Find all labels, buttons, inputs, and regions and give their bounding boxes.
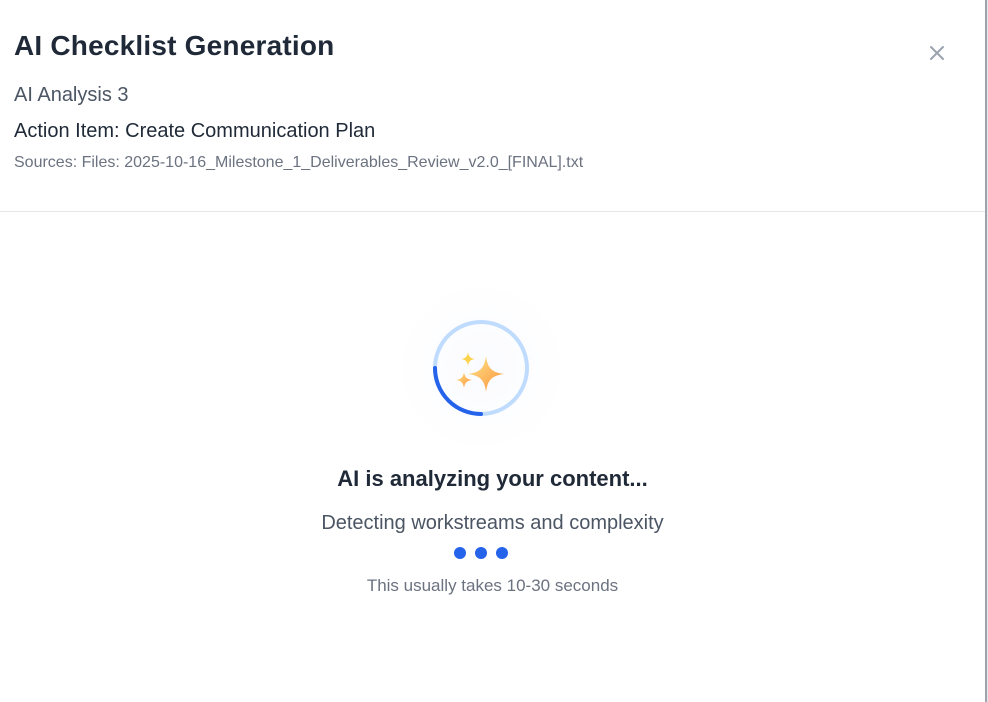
progress-dot bbox=[496, 547, 508, 559]
status-title: AI is analyzing your content... bbox=[337, 466, 648, 491]
analysis-name: AI Analysis 3 bbox=[14, 84, 129, 106]
sources-text: Sources: Files: 2025-10-16_Milestone_1_D… bbox=[14, 154, 584, 171]
progress-dot bbox=[475, 547, 487, 559]
progress-dot bbox=[454, 547, 466, 559]
checklist-generation-modal: AI Checklist Generation AI Analysis 3 Ac… bbox=[0, 0, 985, 702]
sparkle-icon bbox=[456, 352, 504, 392]
status-detail: Detecting workstreams and complexity bbox=[321, 512, 664, 534]
progress-dots bbox=[454, 547, 514, 561]
duration-hint: This usually takes 10-30 seconds bbox=[366, 576, 619, 595]
modal-header: AI Checklist Generation AI Analysis 3 Ac… bbox=[0, 0, 985, 212]
modal-title: AI Checklist Generation bbox=[14, 30, 335, 61]
close-button[interactable] bbox=[922, 38, 952, 68]
action-item-label: Action Item: Create Communication Plan bbox=[14, 120, 376, 142]
close-icon bbox=[930, 46, 944, 60]
